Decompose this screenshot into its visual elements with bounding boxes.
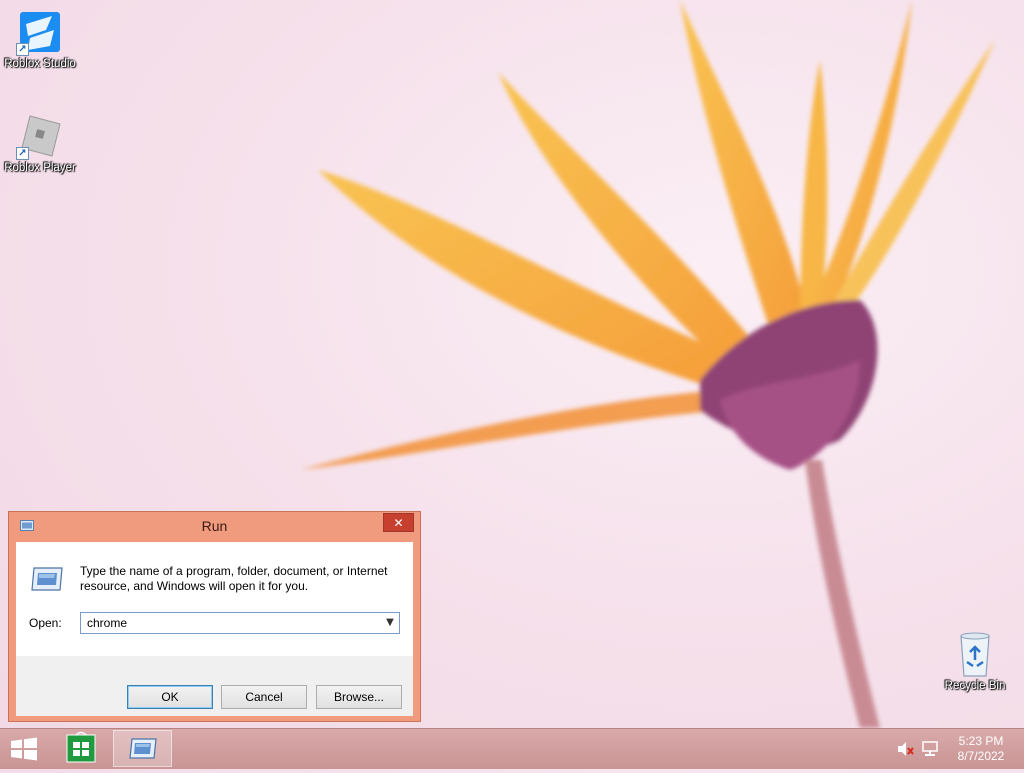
taskbar: 5:23 PM 8/7/2022 xyxy=(0,728,1024,769)
volume-muted-icon[interactable] xyxy=(897,741,915,757)
clock-date: 8/7/2022 xyxy=(957,749,1005,763)
taskbar-run-button[interactable] xyxy=(113,730,172,767)
run-description: Type the name of a program, folder, docu… xyxy=(80,564,388,593)
run-dialog: Run ✕ Type the name of a program, folder… xyxy=(8,511,421,722)
roblox-studio-icon: ↗ xyxy=(16,8,64,56)
store-icon xyxy=(66,731,96,763)
desktop-icon-label: Roblox Studio xyxy=(4,58,76,70)
shortcut-arrow-icon: ↗ xyxy=(16,43,29,56)
browse-button[interactable]: Browse... xyxy=(316,685,402,709)
desktop-icon-label: Roblox Player xyxy=(4,162,76,174)
desktop-icon-roblox-player[interactable]: ↗ Roblox Player xyxy=(0,112,80,174)
open-combobox[interactable]: ▼ xyxy=(80,612,400,634)
run-titlebar[interactable]: Run ✕ xyxy=(9,512,420,540)
windows-logo-icon xyxy=(11,737,37,761)
clock-time: 5:23 PM xyxy=(958,734,1004,748)
cancel-button[interactable]: Cancel xyxy=(221,685,307,709)
ok-button[interactable]: OK xyxy=(127,685,213,709)
open-label: Open: xyxy=(29,616,62,630)
recycle-bin-icon xyxy=(951,630,999,678)
taskbar-store-button[interactable] xyxy=(52,730,110,767)
start-button[interactable] xyxy=(0,729,48,769)
network-icon[interactable] xyxy=(921,741,939,757)
desktop-icon-label: Recycle Bin xyxy=(944,680,1006,692)
run-icon xyxy=(31,567,63,591)
taskbar-clock[interactable]: 5:23 PM 8/7/2022 xyxy=(950,734,1012,764)
run-title: Run xyxy=(201,518,228,534)
run-dialog-body: Type the name of a program, folder, docu… xyxy=(16,542,413,716)
open-input[interactable] xyxy=(81,613,377,633)
run-icon xyxy=(129,738,157,759)
shortcut-arrow-icon: ↗ xyxy=(16,147,29,160)
roblox-player-icon: ↗ xyxy=(16,112,64,160)
run-dialog-content: Type the name of a program, folder, docu… xyxy=(16,542,413,656)
desktop-icon-roblox-studio[interactable]: ↗ Roblox Studio xyxy=(0,8,80,70)
chevron-down-icon[interactable]: ▼ xyxy=(383,616,397,630)
desktop-icon-recycle-bin[interactable]: Recycle Bin xyxy=(935,630,1015,692)
close-button[interactable]: ✕ xyxy=(383,513,414,532)
